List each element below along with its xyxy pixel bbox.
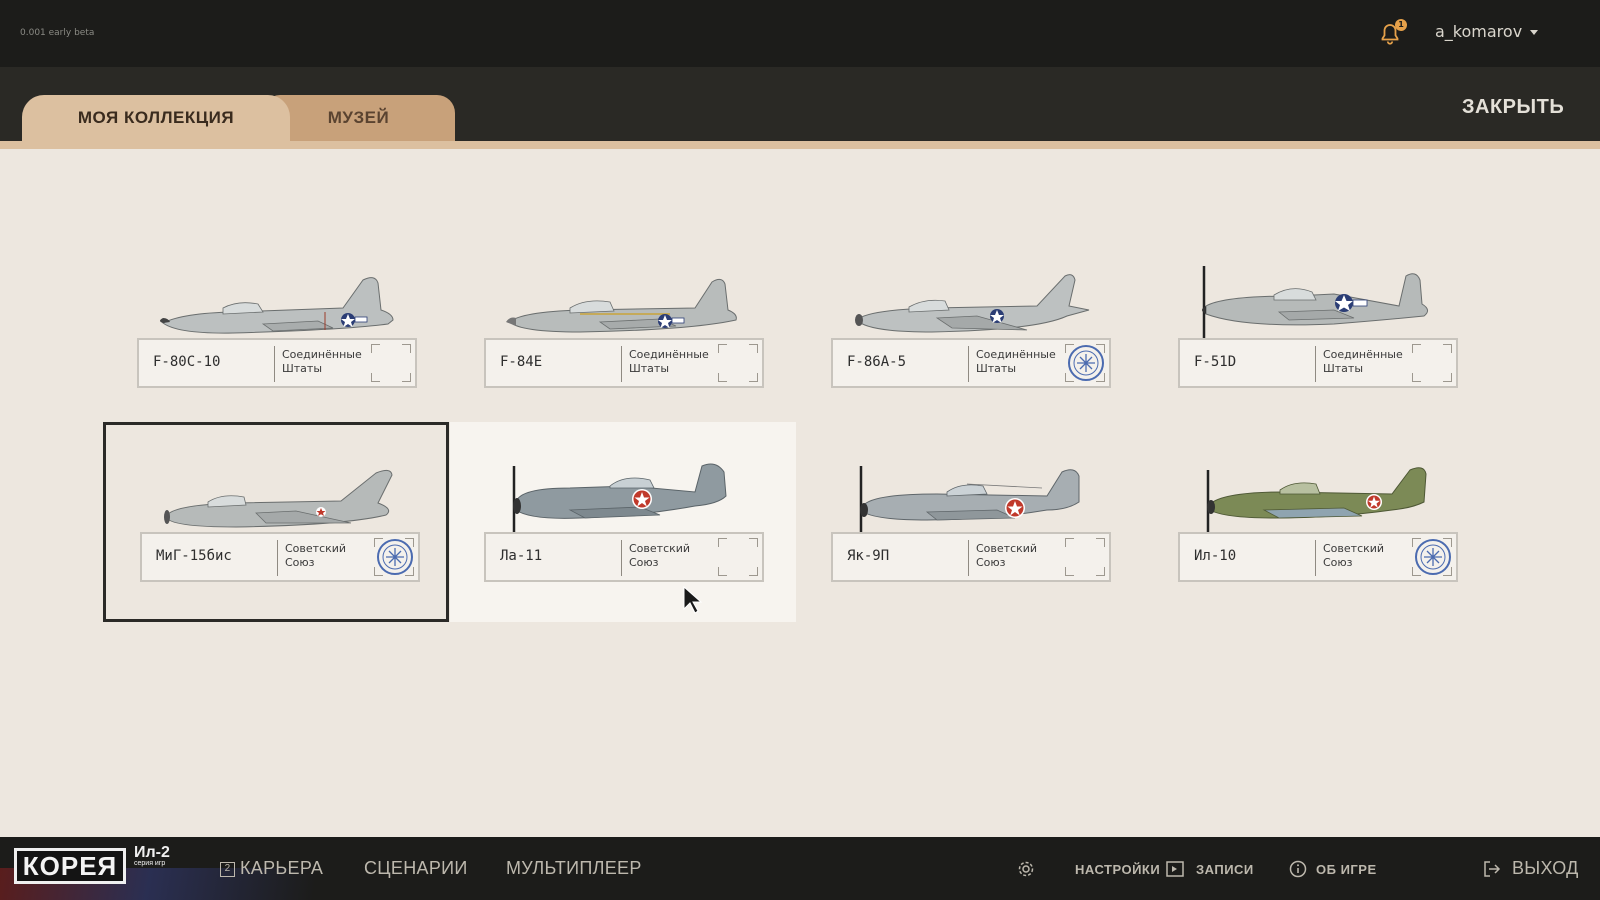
country-line: Советский xyxy=(285,542,347,555)
username: a_komarov xyxy=(1435,22,1523,41)
aircraft-card-mig15[interactable]: МиГ-15бис Советский Союз xyxy=(103,422,449,622)
records-icon xyxy=(1166,861,1184,877)
stamp-slot xyxy=(718,344,758,382)
aircraft-tag: F-86A-5 Соединённые Штаты xyxy=(831,338,1111,388)
stamp-slot xyxy=(718,538,758,576)
tab-museum[interactable]: МУЗЕЙ xyxy=(262,95,455,141)
aircraft-name: F-80C-10 xyxy=(153,354,221,370)
exit-button[interactable]: ВЫХОД xyxy=(1512,858,1579,879)
stamp-icon xyxy=(1415,539,1451,575)
country-line: Советский xyxy=(629,542,691,555)
aircraft-card-la11[interactable]: Ла-11 Советский Союз xyxy=(450,422,796,622)
country-line: Соединённые xyxy=(1323,348,1403,361)
tag-divider xyxy=(621,346,622,382)
aircraft-tag: Ла-11 Советский Союз xyxy=(484,532,764,582)
aircraft-country: Советский Союз xyxy=(976,542,1066,570)
country-line: Союз xyxy=(285,556,315,569)
aircraft-name: F-84E xyxy=(500,354,543,370)
tab-underline xyxy=(0,141,1600,149)
country-line: Союз xyxy=(629,556,659,569)
stamp-slot xyxy=(1412,344,1452,382)
game-logo: КОРЕЯ xyxy=(14,848,126,884)
aircraft-name: F-86A-5 xyxy=(847,354,907,370)
country-line: Штаты xyxy=(976,362,1017,375)
aircraft-card-f80[interactable]: F-80C-10 Соединённые Штаты xyxy=(103,228,449,428)
top-bar: 0.001 early beta 1 a_komarov xyxy=(0,0,1600,67)
country-line: Штаты xyxy=(282,362,323,375)
series-badge-title: Ил-2 xyxy=(134,844,170,861)
career-icon: 2 xyxy=(220,861,235,877)
aircraft-tag: F-51D Соединённые Штаты xyxy=(1178,338,1458,388)
stamp-slot xyxy=(1065,344,1105,382)
nav-career[interactable]: 2 КАРЬЕРА xyxy=(220,858,323,879)
aircraft-name: F-51D xyxy=(1194,354,1237,370)
country-line: Соединённые xyxy=(976,348,1056,361)
aircraft-country: Соединённые Штаты xyxy=(629,348,719,376)
settings-button[interactable]: НАСТРОЙКИ xyxy=(1075,862,1160,877)
country-line: Союз xyxy=(1323,556,1353,569)
stamp-slot xyxy=(1412,538,1452,576)
stamp-slot xyxy=(374,538,414,576)
aircraft-card-yak9p[interactable]: Як-9П Советский Союз xyxy=(797,422,1143,622)
tag-divider xyxy=(968,346,969,382)
aircraft-country: Советский Союз xyxy=(285,542,375,570)
country-line: Союз xyxy=(976,556,1006,569)
stamp-icon xyxy=(377,539,413,575)
country-line: Советский xyxy=(976,542,1038,555)
tag-divider xyxy=(1315,346,1316,382)
user-menu[interactable]: a_komarov xyxy=(1435,22,1539,41)
stamp-slot xyxy=(1065,538,1105,576)
country-line: Штаты xyxy=(1323,362,1364,375)
country-line: Советский xyxy=(1323,542,1385,555)
nav-multiplayer[interactable]: МУЛЬТИПЛЕЕР xyxy=(506,858,642,879)
stamp-slot xyxy=(371,344,411,382)
tag-divider xyxy=(968,540,969,576)
country-line: Соединённые xyxy=(629,348,709,361)
aircraft-tag: F-80C-10 Соединённые Штаты xyxy=(137,338,417,388)
aircraft-tag: F-84E Соединённые Штаты xyxy=(484,338,764,388)
aircraft-card-f84[interactable]: F-84E Соединённые Штаты xyxy=(450,228,796,428)
aircraft-country: Советский Союз xyxy=(1323,542,1413,570)
nav-scenarios[interactable]: СЦЕНАРИИ xyxy=(364,858,468,879)
tag-divider xyxy=(621,540,622,576)
series-badge-caption: серия игр xyxy=(134,860,166,867)
aircraft-card-f51[interactable]: F-51D Соединённые Штаты xyxy=(1144,228,1490,428)
aircraft-name: Ла-11 xyxy=(500,548,543,564)
tab-my-collection[interactable]: МОЯ КОЛЛЕКЦИЯ xyxy=(22,95,290,141)
aircraft-name: МиГ-15бис xyxy=(156,548,232,564)
nav-career-label: КАРЬЕРА xyxy=(240,858,324,878)
records-button[interactable]: ЗАПИСИ xyxy=(1196,862,1254,877)
tag-divider xyxy=(274,346,275,382)
mouse-cursor-icon xyxy=(683,585,703,614)
aircraft-tag: Ил-10 Советский Союз xyxy=(1178,532,1458,582)
aircraft-tag: МиГ-15бис Советский Союз xyxy=(140,532,420,582)
gear-icon xyxy=(1018,861,1034,877)
aircraft-country: Советский Союз xyxy=(629,542,719,570)
close-button[interactable]: ЗАКРЫТЬ xyxy=(1462,96,1564,119)
chevron-down-icon xyxy=(1530,30,1539,35)
aircraft-tag: Як-9П Советский Союз xyxy=(831,532,1111,582)
aircraft-name: Ил-10 xyxy=(1194,548,1237,564)
country-line: Штаты xyxy=(629,362,670,375)
aircraft-country: Соединённые Штаты xyxy=(976,348,1066,376)
aircraft-country: Соединённые Штаты xyxy=(1323,348,1413,376)
country-line: Соединённые xyxy=(282,348,362,361)
series-badge: Ил-2 серия игр xyxy=(134,844,170,868)
tag-divider xyxy=(1315,540,1316,576)
about-button[interactable]: ОБ ИГРЕ xyxy=(1316,862,1377,877)
aircraft-card-f86[interactable]: F-86A-5 Соединённые Штаты xyxy=(797,228,1143,428)
version-label: 0.001 early beta xyxy=(20,28,95,38)
stamp-icon xyxy=(1068,345,1104,381)
aircraft-card-il10[interactable]: Ил-10 Советский Союз xyxy=(1144,422,1490,622)
aircraft-name: Як-9П xyxy=(847,548,890,564)
notification-badge: 1 xyxy=(1395,19,1407,31)
aircraft-country: Соединённые Штаты xyxy=(282,348,372,376)
exit-icon xyxy=(1484,861,1501,877)
tag-divider xyxy=(277,540,278,576)
tab-bar: МУЗЕЙ МОЯ КОЛЛЕКЦИЯ xyxy=(0,67,1600,147)
info-icon xyxy=(1289,860,1307,878)
